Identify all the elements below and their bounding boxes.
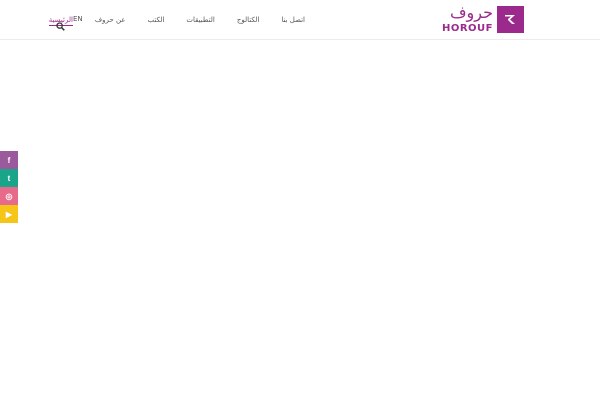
nav-item-apps[interactable]: التطبيقات — [186, 15, 214, 25]
instagram-icon[interactable]: ◎ — [0, 187, 18, 205]
youtube-icon[interactable]: ▶ — [0, 205, 18, 223]
logo-mark-icon — [497, 6, 524, 33]
twitter-icon[interactable]: t — [0, 169, 18, 187]
facebook-icon[interactable]: f — [0, 151, 18, 169]
search-icon[interactable] — [56, 16, 65, 31]
nav-item-catalog[interactable]: الكتالوج — [237, 15, 259, 25]
nav-item-books[interactable]: الكتب — [147, 15, 164, 25]
site-header: حروف HOROUF الرئيسية عن حروف الكتب التطب… — [0, 0, 600, 40]
nav-item-about[interactable]: عن حروف — [95, 15, 126, 25]
social-sidebar: f t ◎ ▶ — [0, 151, 18, 223]
nav-item-contact[interactable]: اتصل بنا — [281, 15, 305, 25]
language-switch[interactable]: EN — [73, 15, 83, 23]
site-logo[interactable]: حروف HOROUF — [437, 3, 524, 34]
main-nav: الرئيسية عن حروف الكتب التطبيقات الكتالو… — [48, 0, 305, 40]
logo-english-text: HOROUF — [441, 23, 493, 34]
logo-arabic-text: حروف — [449, 3, 493, 22]
